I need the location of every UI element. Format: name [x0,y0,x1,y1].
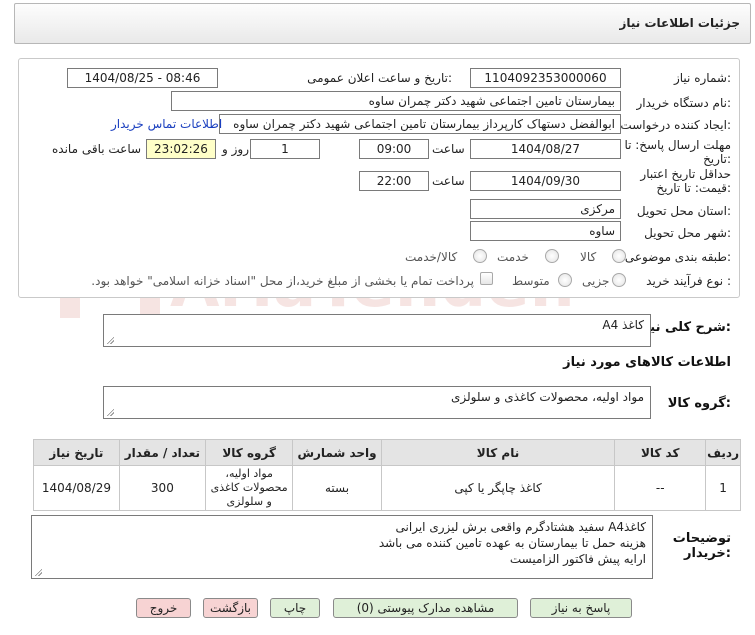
resize-grip-icon[interactable] [106,408,114,416]
cell-name: کاغذ چاپگر یا کپی [380,465,616,511]
summary-label: شرح کلی نیاز: [637,320,731,335]
days-field[interactable]: 1 [250,139,320,159]
city-label: شهر محل تحویل: [644,226,731,240]
process-medium-radio[interactable] [558,273,572,287]
process-medium-label: متوسط [512,274,550,288]
col-header-need-date: تاریخ نیاز [33,439,120,466]
category-goods-radio[interactable] [612,249,626,263]
province-field[interactable]: مرکزی [470,199,621,219]
process-minor-label: جزیی [582,274,610,288]
goods-group-label: گروه کالا: [667,396,731,411]
col-header-code: کد کالا [614,439,707,466]
summary-textarea[interactable]: کاغذ A4 [103,314,651,347]
cell-need-date: 1404/08/29 [33,465,120,511]
validity-label: حداقل تاریخ اعتبار [640,167,731,181]
validity-date-field[interactable]: 1404/09/30 [470,171,621,191]
resize-grip-icon[interactable] [106,336,114,344]
page-title: جزئیات اطلاعات نیاز [619,16,740,30]
treasury-payment-checkbox[interactable] [480,272,493,285]
exit-button[interactable]: خروج [136,598,191,618]
city-field[interactable]: ساوه [470,221,621,241]
resize-grip-icon[interactable] [34,568,42,576]
col-header-row-number: ردیف [705,439,741,466]
cell-quantity: 300 [118,465,206,511]
page-header: جزئیات اطلاعات نیاز [14,3,751,44]
notes-line: کاغذA4 سفید هشتادگرم واقعی برش لیزری ایر… [395,520,646,534]
table-row[interactable]: 1 -- کاغذ چاپگر یا کپی بسته مواد اولیه، … [33,465,741,511]
notes-label: توضیحات [672,531,731,546]
print-button[interactable]: چاپ [270,598,320,618]
table-header-row: ردیف کد کالا نام کالا واحد شمارش گروه کا… [33,439,741,466]
need-number-label: شماره نیاز: [673,71,731,85]
col-header-name: نام کالا [380,439,616,466]
process-minor-radio[interactable] [612,273,626,287]
creator-field[interactable]: ابوالفضل دستهاک کارپرداز بیمارستان تامین… [219,114,621,134]
goods-table: ردیف کد کالا نام کالا واحد شمارش گروه کا… [33,439,741,511]
cell-group: مواد اولیه، محصولات کاغذی و سلولزی [204,465,294,511]
reply-button[interactable]: پاسخ به نیاز [530,598,632,618]
validity-label-date: قیمت: تا تاریخ: [656,181,731,195]
goods-group-text: مواد اولیه، محصولات کاغذی و سلولزی [450,390,644,404]
summary-text: کاغذ A4 [602,318,644,332]
cell-code: -- [614,465,707,511]
notes-line: ارایه پیش فاکتور الزامیست [509,552,646,566]
days-label: روز و [222,142,249,156]
notes-line: هزینه حمل تا بیمارستان به عهده تامین کنن… [378,536,646,550]
validity-time-label: ساعت [432,174,465,188]
notes-label-buyer: خریدار: [684,546,731,561]
category-service-radio[interactable] [545,249,559,263]
back-button[interactable]: بازگشت [203,598,258,618]
deadline-time-field[interactable]: 09:00 [359,139,429,159]
buyer-field[interactable]: بیمارستان تامین اجتماعی شهید دکتر چمران … [171,91,621,111]
col-header-unit: واحد شمارش [292,439,382,466]
category-goods-service-radio[interactable] [473,249,487,263]
deadline-time-label: ساعت [432,142,465,156]
process-label: نوع فرآیند خرید : [646,274,731,288]
remaining-label: ساعت باقی مانده [52,142,142,156]
buyer-contact-link[interactable]: اطلاعات تماس خریدار [111,117,222,131]
cell-row-number: 1 [705,465,741,511]
col-header-group: گروه کالا [204,439,294,466]
col-header-quantity: تعداد / مقدار [118,439,206,466]
deadline-label: مهلت ارسال پاسخ: تا [624,138,731,152]
province-label: استان محل تحویل: [636,204,731,218]
view-attachments-button[interactable]: مشاهده مدارک پیوستی (0) [333,598,518,618]
category-goods-service-label: کالا/خدمت [405,250,458,264]
goods-info-title: اطلاعات کالاهای مورد نیاز [563,355,731,370]
buyer-label: نام دستگاه خریدار: [636,96,732,110]
need-number-field[interactable]: 1104092353000060 [470,68,621,88]
notes-textarea[interactable]: کاغذA4 سفید هشتادگرم واقعی برش لیزری ایر… [31,515,653,579]
cell-unit: بسته [292,465,382,511]
goods-group-textarea[interactable]: مواد اولیه، محصولات کاغذی و سلولزی [103,386,651,419]
category-service-label: خدمت [497,250,529,264]
validity-time-field[interactable]: 22:00 [359,171,429,191]
category-label: طبقه بندی موضوعی: [624,250,731,264]
deadline-date-field[interactable]: 1404/08/27 [470,139,621,159]
announce-label: تاریخ و ساعت اعلان عمومی: [307,71,452,85]
remaining-time-field: 23:02:26 [146,139,216,159]
treasury-payment-note: پرداخت تمام یا بخشی از مبلغ خرید،از محل … [91,274,474,288]
creator-label: ایجاد کننده درخواست: [620,118,731,132]
announce-datetime-field[interactable]: 1404/08/25 - 08:46 [67,68,218,88]
category-goods-label: کالا [580,250,597,264]
deadline-label-date: تاریخ: [703,152,731,166]
